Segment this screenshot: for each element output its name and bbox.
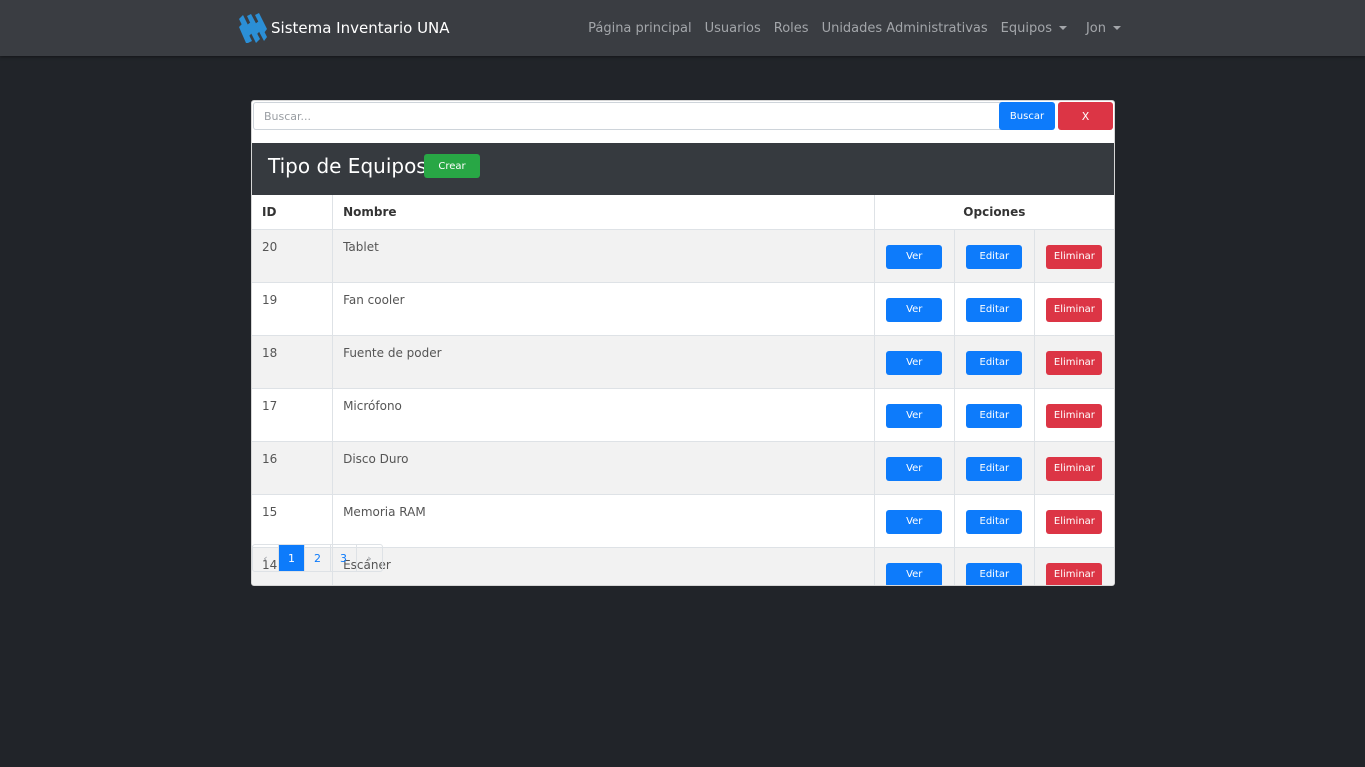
search-input[interactable] (253, 102, 1007, 130)
navbar: Sistema Inventario UNA Página principal … (0, 0, 1365, 56)
user-dropdown[interactable]: Jon (1086, 21, 1121, 36)
view-button[interactable]: Ver (886, 297, 943, 322)
view-cell: Ver (874, 494, 955, 548)
clear-search-button[interactable]: X (1058, 102, 1113, 130)
row-name: Fuente de poder (332, 335, 875, 389)
delete-button[interactable]: Eliminar (1046, 244, 1103, 269)
row-id: 15 (252, 494, 334, 548)
page-title: Tipo de Equipos (268, 154, 427, 178)
brand[interactable]: Sistema Inventario UNA (238, 12, 450, 44)
edit-cell: Editar (954, 282, 1035, 336)
pagination-page-2[interactable]: 2 (304, 545, 330, 571)
edit-cell: Editar (954, 335, 1035, 389)
table-row: 15 Memoria RAM Ver Editar Eliminar (252, 494, 1114, 548)
search-button[interactable]: Buscar (999, 102, 1055, 130)
view-cell: Ver (874, 388, 955, 442)
row-name: Tablet (332, 229, 875, 283)
edit-button[interactable]: Editar (966, 509, 1023, 534)
nav-links: Página principal Usuarios Roles Unidades… (575, 0, 1121, 56)
delete-cell: Eliminar (1034, 441, 1114, 495)
delete-cell: Eliminar (1034, 494, 1114, 548)
edit-cell: Editar (954, 547, 1035, 585)
view-button[interactable]: Ver (886, 509, 943, 534)
view-cell: Ver (874, 335, 955, 389)
edit-button[interactable]: Editar (966, 297, 1023, 322)
nav-equipment-dropdown[interactable]: Equipos (1001, 21, 1067, 36)
edit-button[interactable]: Editar (966, 456, 1023, 481)
delete-button[interactable]: Eliminar (1046, 350, 1103, 375)
table-row: 19 Fan cooler Ver Editar Eliminar (252, 282, 1114, 336)
delete-button[interactable]: Eliminar (1046, 297, 1103, 322)
equipment-types-table: ID Nombre Opciones 20 Tablet Ver Editar … (252, 195, 1114, 585)
edit-cell: Editar (954, 388, 1035, 442)
nav-equipment-label: Equipos (1000, 20, 1052, 36)
pagination-next[interactable]: › (356, 545, 382, 571)
table-row: 18 Fuente de poder Ver Editar Eliminar (252, 335, 1114, 389)
delete-cell: Eliminar (1034, 388, 1114, 442)
create-button[interactable]: Crear (424, 154, 480, 178)
view-button[interactable]: Ver (886, 562, 943, 585)
table-row: 16 Disco Duro Ver Editar Eliminar (252, 441, 1114, 495)
pagination-prev[interactable]: ‹ (253, 545, 278, 571)
nav-users[interactable]: Usuarios (705, 21, 761, 36)
row-name: Disco Duro (332, 441, 875, 495)
delete-cell: Eliminar (1034, 335, 1114, 389)
row-id: 18 (252, 335, 334, 389)
edit-button[interactable]: Editar (966, 403, 1023, 428)
row-name: Fan cooler (332, 282, 875, 336)
row-id: 19 (252, 282, 334, 336)
delete-button[interactable]: Eliminar (1046, 403, 1103, 428)
pagination: ‹ 1 2 3 › (252, 544, 383, 572)
view-cell: Ver (874, 229, 955, 283)
delete-cell: Eliminar (1034, 547, 1114, 585)
edit-cell: Editar (954, 494, 1035, 548)
view-button[interactable]: Ver (886, 244, 943, 269)
header-id: ID (252, 195, 334, 230)
header-options: Opciones (874, 195, 1114, 230)
table-body: 20 Tablet Ver Editar Eliminar 19 Fan coo… (252, 229, 1114, 585)
delete-cell: Eliminar (1034, 282, 1114, 336)
delete-button[interactable]: Eliminar (1046, 562, 1103, 585)
delete-button[interactable]: Eliminar (1046, 509, 1103, 534)
nav-home[interactable]: Página principal (588, 21, 691, 36)
view-cell: Ver (874, 282, 955, 336)
row-name: Escáner (332, 547, 875, 585)
row-id: 17 (252, 388, 334, 442)
edit-button[interactable]: Editar (966, 562, 1023, 585)
edit-cell: Editar (954, 441, 1035, 495)
delete-cell: Eliminar (1034, 229, 1114, 283)
caret-down-icon (1113, 25, 1121, 30)
row-name: Memoria RAM (332, 494, 875, 548)
view-cell: Ver (874, 547, 955, 585)
brand-name: Sistema Inventario UNA (271, 19, 450, 37)
view-button[interactable]: Ver (886, 456, 943, 481)
delete-button[interactable]: Eliminar (1046, 456, 1103, 481)
una-logo-icon (239, 13, 267, 43)
table-header-row: ID Nombre Opciones (252, 195, 1114, 230)
view-button[interactable]: Ver (886, 403, 943, 428)
nav-roles[interactable]: Roles (774, 21, 809, 36)
pagination-page-1[interactable]: 1 (278, 545, 304, 571)
caret-down-icon (1058, 25, 1067, 30)
table-row: 20 Tablet Ver Editar Eliminar (252, 229, 1114, 283)
edit-button[interactable]: Editar (966, 350, 1023, 375)
row-id: 20 (252, 229, 334, 283)
row-name: Micrófono (332, 388, 875, 442)
nav-admin-units[interactable]: Unidades Administrativas (822, 21, 988, 36)
header-name: Nombre (332, 195, 875, 230)
table-row: 17 Micrófono Ver Editar Eliminar (252, 388, 1114, 442)
row-id: 16 (252, 441, 334, 495)
view-button[interactable]: Ver (886, 350, 943, 375)
edit-button[interactable]: Editar (966, 244, 1023, 269)
edit-cell: Editar (954, 229, 1035, 283)
panel-header: Tipo de Equipos Crear (252, 143, 1114, 195)
view-cell: Ver (874, 441, 955, 495)
user-name: Jon (1085, 20, 1106, 36)
equipment-types-card: Buscar X Tipo de Equipos Crear ID Nombre… (251, 100, 1115, 586)
pagination-page-3[interactable]: 3 (330, 545, 356, 571)
